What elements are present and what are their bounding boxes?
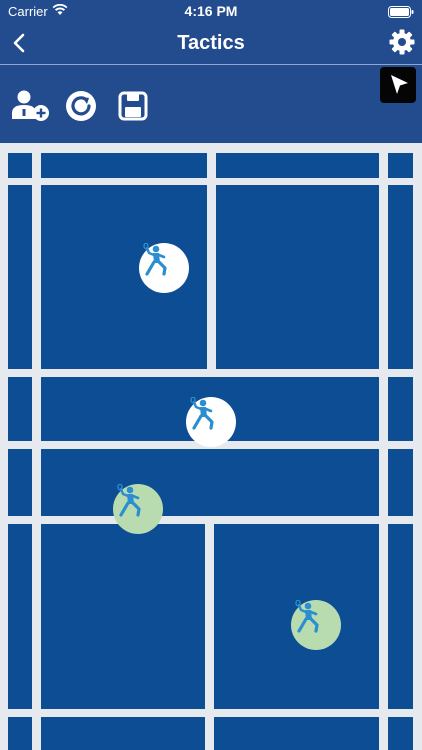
player-token-team-b-1[interactable] [113,484,163,534]
status-time: 4:16 PM [184,3,238,19]
player-token-team-b-2[interactable] [291,600,341,650]
badminton-player-icon [295,600,319,633]
toolbar [0,65,422,143]
nav-bar: Tactics [0,24,422,64]
battery-icon [388,6,414,21]
add-player-button[interactable] [10,89,50,123]
save-button[interactable] [116,89,156,123]
badminton-player-icon [190,397,214,430]
badminton-court[interactable] [0,143,422,750]
player-token-team-a-1[interactable] [139,243,189,293]
status-bar: Carrier 4:16 PM [0,0,422,24]
badminton-player-icon [117,484,141,517]
page-title: Tactics [177,32,245,54]
save-icon [118,91,148,121]
badminton-player-icon [143,243,167,276]
gear-icon [389,29,415,55]
cursor-arrow-icon [391,75,408,94]
select-pointer-button[interactable] [380,67,416,103]
player-token-team-a-2[interactable] [186,397,236,447]
add-person-icon [12,90,49,121]
reset-button[interactable] [64,89,104,123]
settings-button[interactable] [388,28,416,56]
refresh-icon [66,91,96,121]
